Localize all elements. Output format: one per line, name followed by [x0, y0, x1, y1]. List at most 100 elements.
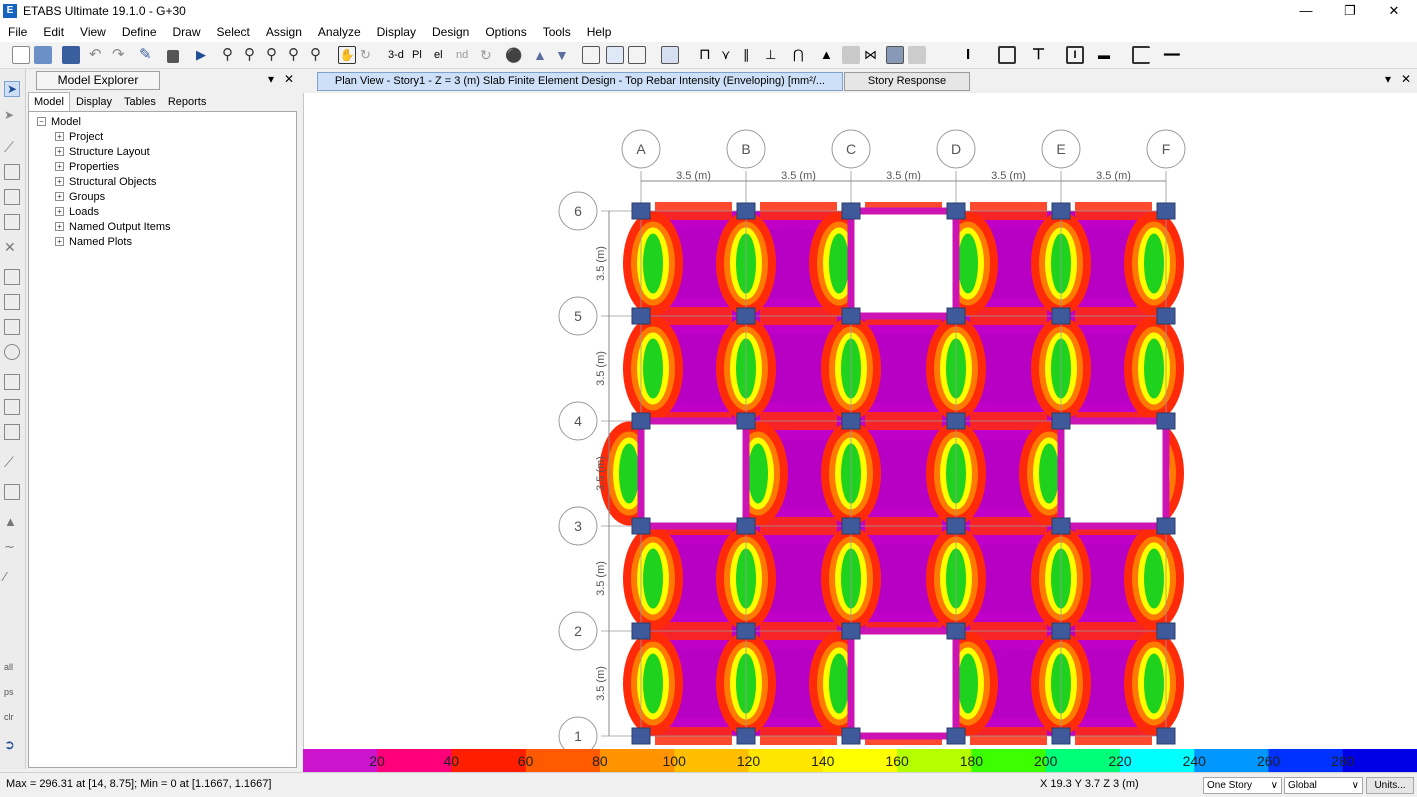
- coordinate-system-select[interactable]: Global ∨: [1284, 777, 1363, 794]
- story-select[interactable]: One Story ∨: [1203, 777, 1282, 794]
- slab-section-icon[interactable]: ▬: [1098, 46, 1116, 64]
- expand-icon[interactable]: +: [55, 177, 64, 186]
- view-3d-button[interactable]: 3-d: [388, 46, 410, 64]
- draw-brace-tool-icon[interactable]: ✕: [4, 239, 20, 255]
- select-all-icon[interactable]: all: [4, 659, 20, 675]
- draw-line-icon[interactable]: ⟋: [4, 139, 20, 155]
- check-display-icon[interactable]: [606, 46, 624, 64]
- move-down-icon[interactable]: ▼: [555, 46, 573, 64]
- zoom-all-icon[interactable]: ⚲: [266, 46, 284, 64]
- draw-frame-icon[interactable]: ⊓: [699, 46, 717, 64]
- plan-view-button[interactable]: Pl: [412, 46, 430, 64]
- tree-root[interactable]: − Model: [37, 114, 81, 129]
- menu-select[interactable]: Select: [209, 25, 258, 39]
- quick-wall-icon[interactable]: [4, 424, 20, 440]
- units-button[interactable]: Units...: [1366, 777, 1414, 794]
- elevation-view-button[interactable]: el: [434, 46, 452, 64]
- menu-analyze[interactable]: Analyze: [310, 25, 369, 39]
- draw-frame-tool-icon[interactable]: [4, 164, 20, 180]
- draw-grid-icon[interactable]: [4, 484, 20, 500]
- expand-icon[interactable]: +: [55, 147, 64, 156]
- menu-assign[interactable]: Assign: [258, 25, 310, 39]
- expand-icon[interactable]: +: [55, 132, 64, 141]
- intersect-select-icon[interactable]: ➲: [4, 737, 20, 753]
- shrink-objects-icon[interactable]: [628, 46, 646, 64]
- menu-view[interactable]: View: [72, 25, 114, 39]
- tree-item-named-plots[interactable]: + Named Plots: [55, 234, 132, 249]
- menu-options[interactable]: Options: [477, 25, 534, 39]
- collapse-icon[interactable]: −: [37, 117, 46, 126]
- set-display-icon[interactable]: [582, 46, 600, 64]
- tab-tables[interactable]: Tables: [118, 92, 162, 111]
- section-designer-icon[interactable]: I: [966, 46, 984, 64]
- tab-display[interactable]: Display: [70, 92, 118, 111]
- expand-icon[interactable]: +: [55, 237, 64, 246]
- expand-icon[interactable]: +: [55, 207, 64, 216]
- column-section-icon[interactable]: I: [1066, 46, 1084, 64]
- move-up-icon[interactable]: ▲: [533, 46, 551, 64]
- menu-display[interactable]: Display: [369, 25, 424, 39]
- explorer-close-icon[interactable]: ✕: [284, 72, 294, 86]
- select-pointer-icon[interactable]: ➤: [4, 81, 20, 97]
- save-icon[interactable]: [62, 46, 80, 64]
- draw-floor-icon[interactable]: [4, 269, 20, 285]
- pin-icon[interactable]: ▾: [268, 72, 274, 86]
- draw-wall-icon[interactable]: ⋈: [864, 46, 882, 64]
- draw-area-icon[interactable]: [886, 46, 904, 64]
- draw-wall-tool-icon[interactable]: [4, 374, 20, 390]
- perspective-icon[interactable]: ⚫: [505, 46, 523, 64]
- expand-icon[interactable]: +: [55, 192, 64, 201]
- frame-section-icon[interactable]: [998, 46, 1016, 64]
- tree-item-structure-layout[interactable]: + Structure Layout: [55, 144, 150, 159]
- draw-opening-tool-icon[interactable]: [4, 344, 20, 360]
- wall-section-icon[interactable]: [1132, 46, 1150, 64]
- draw-support-tool-icon[interactable]: ▲: [4, 514, 20, 530]
- draw-support-icon[interactable]: ▲: [820, 46, 838, 64]
- doc-close-icon[interactable]: ✕: [1401, 72, 1411, 86]
- close-window-button[interactable]: ✕: [1372, 0, 1416, 22]
- menu-define[interactable]: Define: [114, 25, 165, 39]
- run-analysis-icon[interactable]: ▶: [196, 46, 214, 64]
- draw-dimension-icon[interactable]: ∕: [4, 569, 20, 585]
- expand-icon[interactable]: +: [55, 222, 64, 231]
- zoom-restore-icon[interactable]: ⚲: [244, 46, 262, 64]
- tree-item-named-output-items[interactable]: + Named Output Items: [55, 219, 171, 234]
- zoom-in-icon[interactable]: ⚲: [288, 46, 306, 64]
- tab-story-response[interactable]: Story Response: [844, 72, 970, 91]
- menu-design[interactable]: Design: [424, 25, 477, 39]
- draw-link-icon[interactable]: ⋂: [793, 46, 811, 64]
- menu-edit[interactable]: Edit: [35, 25, 72, 39]
- tab-model[interactable]: Model: [28, 92, 70, 111]
- new-model-icon[interactable]: [12, 46, 30, 64]
- tree-item-loads[interactable]: + Loads: [55, 204, 99, 219]
- tab-plan-view[interactable]: Plan View - Story1 - Z = 3 (m) Slab Fini…: [317, 72, 843, 91]
- doc-dropdown-icon[interactable]: ▾: [1385, 72, 1391, 86]
- menu-file[interactable]: File: [0, 25, 35, 39]
- zoom-window-icon[interactable]: ⚲: [222, 46, 240, 64]
- clear-select-icon[interactable]: clr: [4, 709, 20, 725]
- zoom-out-icon[interactable]: ⚲: [310, 46, 328, 64]
- menu-tools[interactable]: Tools: [535, 25, 579, 39]
- draw-curve-icon[interactable]: ∼: [4, 539, 20, 555]
- expand-icon[interactable]: +: [55, 162, 64, 171]
- rotate-view-icon[interactable]: ↻: [480, 46, 498, 64]
- draw-brace-icon[interactable]: ⋎: [721, 46, 739, 64]
- pan-icon[interactable]: ✋: [338, 46, 356, 64]
- undo-icon[interactable]: ↶: [89, 46, 107, 64]
- beam-section-icon[interactable]: ⊤: [1032, 46, 1050, 64]
- tab-reports[interactable]: Reports: [162, 92, 213, 111]
- draw-slab-icon[interactable]: [842, 46, 860, 64]
- tree-item-structural-objects[interactable]: + Structural Objects: [55, 174, 156, 189]
- wall-stack-icon[interactable]: [4, 399, 20, 415]
- draw-column-icon[interactable]: ∥: [743, 46, 761, 64]
- restore-button[interactable]: ❐: [1328, 0, 1372, 22]
- draw-beam-icon[interactable]: ⊥: [765, 46, 783, 64]
- open-icon[interactable]: [34, 46, 52, 64]
- menu-help[interactable]: Help: [579, 25, 620, 39]
- minimize-button[interactable]: —: [1284, 0, 1328, 22]
- draw-rect-floor-icon[interactable]: [4, 294, 20, 310]
- quick-floor-icon[interactable]: [4, 319, 20, 335]
- draw-column-tool-icon[interactable]: [4, 189, 20, 205]
- menu-draw[interactable]: Draw: [165, 25, 209, 39]
- lock-icon[interactable]: [167, 50, 179, 63]
